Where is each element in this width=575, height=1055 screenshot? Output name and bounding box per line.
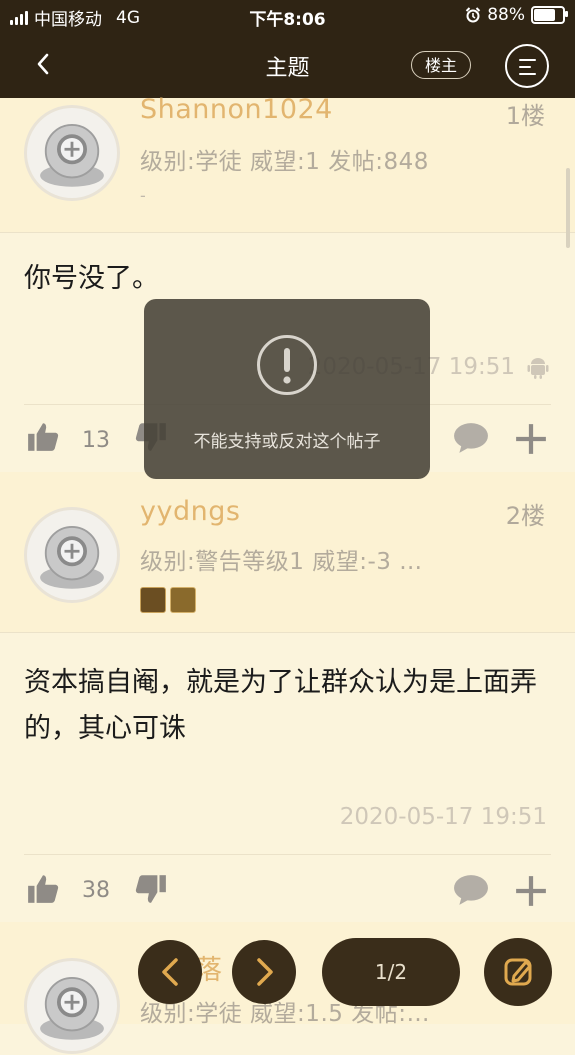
toast: 不能支持或反对这个帖子 (144, 299, 430, 479)
like-count: 13 (82, 428, 110, 453)
comment-icon[interactable] (453, 874, 489, 906)
diving-helmet-icon (40, 123, 104, 187)
like-count: 38 (82, 878, 110, 903)
post-floor: 2楼 (505, 502, 545, 530)
avatar[interactable] (24, 958, 120, 1054)
nav-bar: 主题 楼主 (0, 32, 575, 98)
avatar[interactable] (24, 105, 120, 201)
post-username[interactable]: yydngs (140, 496, 240, 527)
comment-icon[interactable] (453, 422, 489, 454)
alarm-icon (465, 7, 481, 23)
compose-button[interactable] (484, 938, 552, 1006)
menu-line (519, 66, 531, 68)
menu-line (519, 59, 536, 61)
edit-icon (504, 958, 532, 986)
header-divider (0, 632, 575, 633)
post-2: yydngs 2楼 级别:警告等级1 威望:-3 … 资本搞自阉，就是为了让群众… (0, 472, 575, 922)
owner-only-button[interactable]: 楼主 (411, 51, 471, 79)
status-right: 88% (465, 5, 568, 25)
post-username[interactable]: Shannon1024 (140, 94, 333, 125)
post-content: 资本搞自阉，就是为了让群众认为是上面弄的，其心可诛 (24, 667, 537, 744)
post-signature: - (140, 186, 146, 205)
menu-button[interactable] (505, 44, 549, 88)
thumbs-up-icon[interactable] (26, 872, 60, 906)
diving-helmet-icon (40, 976, 104, 1040)
user-badges (140, 587, 196, 613)
toast-message: 不能支持或反对这个帖子 (193, 432, 381, 452)
chevron-left-icon (162, 958, 178, 986)
android-icon (527, 358, 549, 379)
scrollbar[interactable] (566, 168, 570, 248)
status-bar: 中国移动 4G 下午8:06 88% (0, 0, 575, 32)
diving-helmet-icon (40, 525, 104, 589)
post-content: 你号没了。 (24, 263, 159, 294)
thumbs-down-icon[interactable] (134, 872, 168, 906)
chest-icon (170, 587, 196, 613)
avatar[interactable] (24, 507, 120, 603)
post-meta: 级别:学徒 威望:1 发帖:848 (140, 149, 429, 175)
actions-divider (24, 854, 551, 855)
header-divider (0, 232, 575, 233)
prev-page-button[interactable] (138, 940, 202, 1004)
post-timestamp: 2020-05-17 19:51 (339, 804, 547, 830)
post-meta: 级别:警告等级1 威望:-3 … (140, 549, 423, 575)
page-indicator[interactable]: 1/2 (322, 938, 460, 1006)
exclamation-circle-icon (257, 335, 317, 395)
thumbs-up-icon[interactable] (26, 420, 60, 454)
medal-icon (140, 587, 166, 613)
battery-fill (534, 9, 555, 21)
battery-percent: 88% (487, 5, 525, 25)
post-floor: 1楼 (505, 102, 545, 130)
add-icon[interactable] (514, 874, 548, 908)
add-icon[interactable] (514, 422, 548, 456)
chevron-right-icon (257, 958, 273, 986)
page-title: 主题 (265, 56, 310, 81)
next-page-button[interactable] (232, 940, 296, 1004)
menu-line (519, 73, 536, 75)
battery-icon (531, 6, 568, 24)
